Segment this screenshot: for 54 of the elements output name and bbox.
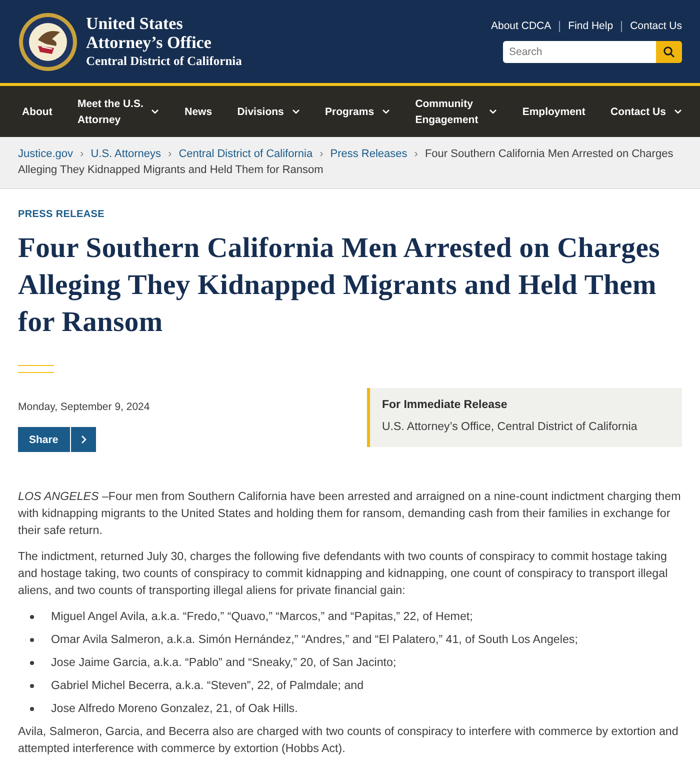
title-underline — [18, 365, 54, 373]
nav-item[interactable]: Programs — [317, 104, 398, 120]
caret-icon — [292, 109, 300, 114]
breadcrumb-link[interactable]: U.S. Attorneys — [90, 146, 162, 162]
nav-item[interactable]: About — [14, 104, 60, 120]
office-title: Attorney’s Office — [86, 33, 212, 52]
breadcrumb-current: Four Southern California Men Arrested on Charges — [424, 147, 674, 162]
defendant-item: Miguel Angel Avila, a.k.a. “Fredo,” “Quavo,” “Marcos,” and “Papitas,” 22, of Hemet; — [51, 609, 473, 625]
utility-link[interactable]: Contact Us — [630, 20, 682, 32]
breadcrumb-link[interactable]: Press Releases — [330, 146, 408, 162]
breadcrumb-link[interactable]: Justice.gov — [18, 146, 74, 162]
share-button[interactable]: Share — [18, 427, 96, 452]
nav-item[interactable]: Meet the U.S. Attorney — [69, 96, 168, 128]
separator-icon: › — [414, 146, 418, 162]
utility-link[interactable]: Find Help — [568, 20, 614, 32]
separator-icon: › — [80, 146, 84, 162]
seal-drawing — [18, 12, 78, 72]
breadcrumb-link[interactable]: Central District of California — [178, 146, 313, 162]
bullet-icon — [30, 660, 34, 664]
defendant-item: Jose Jaime Garcia, a.k.a. “Pablo” and “Sneaky,” 20, of San Jacinto; — [51, 655, 396, 671]
defendant-item: Gabriel Michel Becerra, a.k.a. “Steven”, 22, of Palmdale; and — [51, 678, 364, 694]
search-button[interactable] — [656, 41, 682, 63]
nav-item[interactable]: Contact Us — [602, 104, 690, 120]
caret-icon — [382, 109, 390, 114]
search-icon — [663, 46, 675, 58]
breadcrumb-current: Alleging They Kidnapped Migrants and Held Them for Ransom — [18, 163, 324, 178]
article-title: Four Southern California Men Arrested on Charges Alleging They Kidnapped Migrants and Held Them for Ransom — [18, 232, 661, 340]
nav-item[interactable]: Employment — [514, 104, 594, 120]
eyebrow-label: PRESS RELEASE — [18, 209, 106, 220]
body-paragraph: Avila, Salmeron, Garcia, and Becerra also are charged with two counts of conspiracy to interfere with commerce by extortion and attempted interference with commerce by extortion (Hobbs Act). — [18, 724, 680, 757]
caret-icon — [489, 109, 498, 114]
chevron-icon — [80, 435, 87, 444]
release-source: U.S. Attorney’s Office, Central District of California — [382, 421, 638, 433]
caret-icon — [674, 109, 682, 114]
bullet-icon — [30, 684, 34, 688]
office-title: United States — [86, 14, 184, 33]
separator-icon: › — [168, 146, 172, 162]
publish-date: Monday, September 9, 2024 — [18, 401, 150, 413]
nav-item[interactable]: Community Engagement — [407, 96, 506, 128]
bullet-icon — [30, 614, 34, 618]
caret-icon — [151, 109, 160, 114]
nav-item[interactable]: News — [176, 104, 220, 120]
utility-link[interactable]: About CDCA — [491, 20, 552, 32]
bullet-icon — [30, 638, 34, 642]
release-heading: For Immediate Release — [382, 399, 508, 411]
body-paragraph: LOS ANGELES –Four men from Southern California have been arrested and arraigned on a nine-count indictment charging them with kidnapping migrants to the United States and holding them for ransom, demanding cash from their families in exchange for their safe return. — [18, 489, 682, 539]
nav-item[interactable]: Divisions — [229, 104, 308, 120]
separator-icon: › — [320, 146, 324, 162]
district-name: Central District of California — [86, 54, 242, 69]
body-paragraph: The indictment, returned July 30, charges the following five defendants with two counts of conspiracy to commit hostage taking and hostage taking, two counts of conspiracy to commit kidnapping and kidnapping, one count of conspiracy to transport illegal aliens, and two counts of transporting illegal aliens for private financial gain: — [18, 549, 669, 599]
defendant-item: Jose Alfredo Moreno Gonzalez, 21, of Oak Hills. — [51, 701, 298, 717]
defendant-item: Omar Avila Salmeron, a.k.a. Simón Hernández,” “Andres,” and “El Palatero,” 41, of South Los Angeles; — [51, 632, 578, 648]
search-field[interactable]: Search — [503, 41, 656, 63]
bullet-icon — [30, 706, 34, 710]
